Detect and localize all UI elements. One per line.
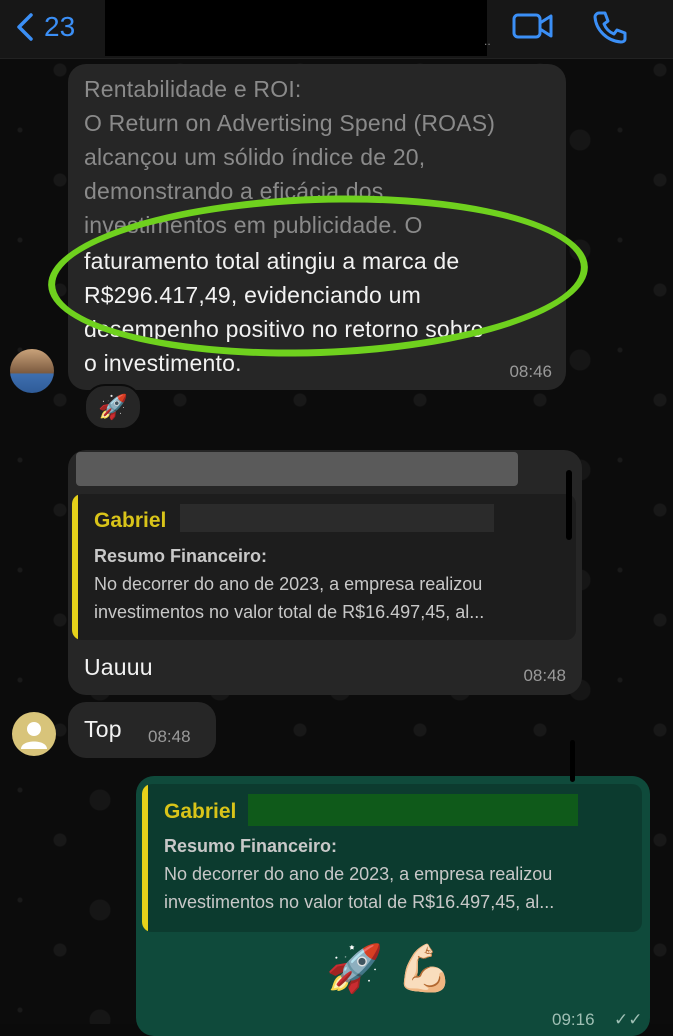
quote-line: No decorrer do ano de 2023, a empresa re… (164, 864, 553, 884)
message-outgoing[interactable]: Gabriel Resumo Financeiro: No decorrer d… (136, 776, 650, 1036)
quote-line: No decorrer do ano de 2023, a empresa re… (94, 574, 483, 594)
message-roi[interactable]: Rentabilidade e ROI: O Return on Adverti… (68, 64, 566, 390)
message-line: demonstrando a eficácia dos (84, 178, 384, 204)
quote-accent-bar (142, 784, 148, 932)
quote-accent-bar (72, 494, 78, 640)
back-button[interactable]: 23 (14, 9, 75, 45)
avatar[interactable] (12, 712, 56, 756)
user-icon (21, 722, 47, 749)
rocket-icon: 🚀 (98, 393, 128, 421)
message-line: desempenho positivo no retorno sobre (84, 316, 484, 342)
video-camera-icon (512, 13, 553, 39)
quote-title: Resumo Financeiro: (94, 546, 268, 566)
emoji-message: 🚀 💪🏻 (326, 942, 454, 994)
reaction-badge[interactable]: 🚀 (84, 384, 142, 430)
message-line: O Return on Advertising Spend (ROAS) (84, 110, 496, 136)
header-dots: .. (484, 34, 491, 48)
redacted-text (248, 794, 578, 826)
phone-icon (593, 11, 627, 44)
quote-line: investimentos no valor total de R$16.497… (94, 602, 485, 622)
scribble-mark (566, 470, 572, 540)
message-line: alcançou um sólido índice de 20, (84, 144, 426, 170)
read-receipt-icon: ✓✓ (614, 1010, 643, 1029)
chat-header: 23 .. (0, 0, 673, 59)
quoted-message[interactable]: Gabriel Resumo Financeiro: No decorrer d… (72, 494, 576, 640)
unread-count: 23 (44, 11, 76, 42)
message-time: 08:46 (509, 362, 552, 381)
avatar[interactable] (10, 349, 54, 393)
scribble-mark (570, 740, 575, 782)
message-time: 08:48 (523, 666, 566, 685)
message-time: 09:16 (552, 1010, 595, 1029)
message-line: o investimento. (84, 350, 242, 376)
message-text: Uauuu (84, 654, 153, 680)
quote-title: Resumo Financeiro: (164, 836, 338, 856)
chevron-left-icon (17, 13, 33, 41)
redacted-text (76, 452, 518, 486)
message-text: Top (84, 716, 122, 742)
quote-author: Gabriel (164, 800, 237, 823)
redacted-text (180, 504, 494, 532)
message-line: faturamento total atingiu a marca de (84, 248, 460, 274)
message-time: 08:48 (148, 727, 191, 746)
voice-call-button[interactable] (592, 10, 628, 49)
message-line: R$296.417,49, evidenciando um (84, 282, 421, 308)
message-line: investimentos em publicidade. O (84, 212, 423, 238)
message-line: Rentabilidade e ROI: (84, 76, 302, 102)
video-call-button[interactable] (512, 10, 554, 47)
quote-line: investimentos no valor total de R$16.497… (164, 892, 555, 912)
contact-name-redacted[interactable] (105, 0, 487, 56)
message-reply-uauuu[interactable]: Gabriel Resumo Financeiro: No decorrer d… (68, 450, 582, 695)
message-top[interactable]: Top 08:48 (68, 702, 216, 758)
quoted-message[interactable]: Gabriel Resumo Financeiro: No decorrer d… (142, 784, 642, 932)
quote-author: Gabriel (94, 509, 167, 532)
